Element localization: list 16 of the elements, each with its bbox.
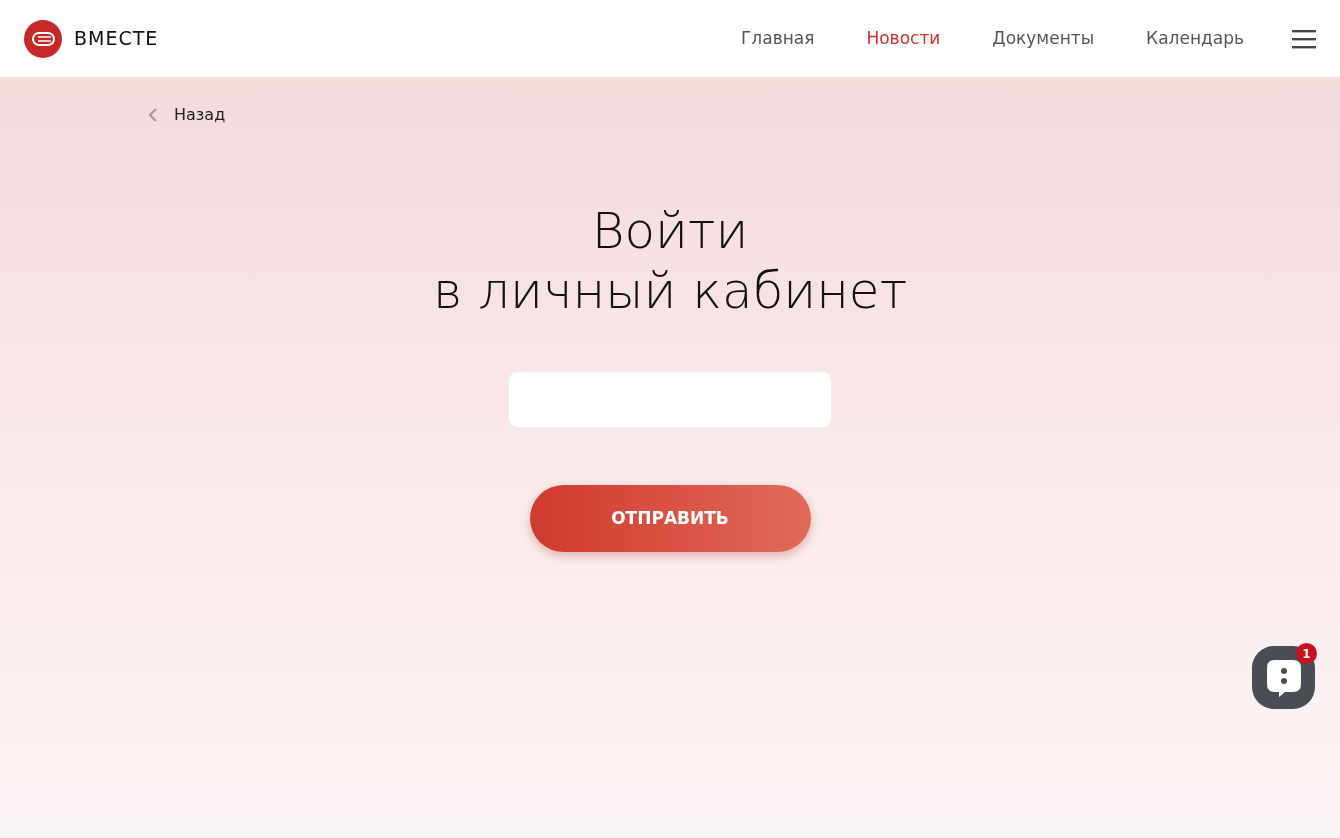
chat-button[interactable] [1252, 646, 1315, 709]
chevron-left-icon [148, 107, 158, 123]
chat-icon [1264, 657, 1303, 698]
input-field[interactable] [508, 371, 832, 428]
submit-button[interactable]: ОТПРАВИТЬ [529, 485, 811, 552]
logo-text: ВМЕСТЕ [74, 26, 159, 52]
page-heading: Войти [590, 201, 750, 261]
logo-icon [24, 19, 62, 58]
notification-badge: 1 [1296, 643, 1317, 664]
nav-link[interactable]: Документы [992, 25, 1095, 52]
nav-link[interactable]: Главная [741, 25, 815, 52]
nav-link[interactable]: Новости [866, 25, 941, 52]
nav-link[interactable]: Календарь [1146, 25, 1244, 52]
page-heading: в личный кабинет [432, 261, 908, 321]
menu-icon [1292, 29, 1316, 49]
back-link[interactable]: Назад [174, 103, 226, 127]
